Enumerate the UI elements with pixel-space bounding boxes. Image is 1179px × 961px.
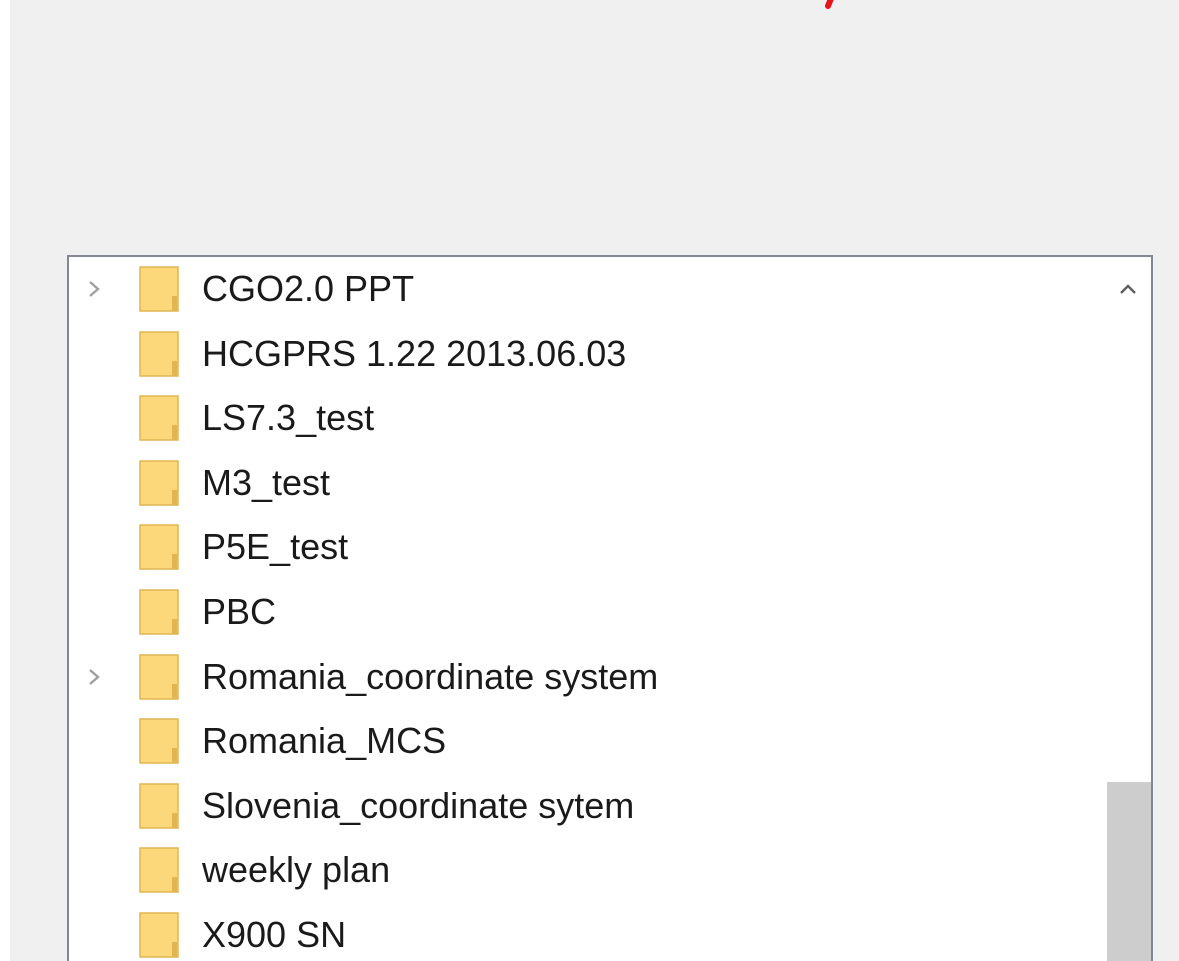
tree-item[interactable]: weekly plan — [69, 838, 1103, 903]
folder-icon — [139, 653, 179, 700]
tree-item[interactable]: CGO2.0 PPT — [69, 257, 1103, 322]
folder-icon — [139, 524, 179, 571]
folder-icon — [139, 266, 179, 312]
folder-picker-dialog: CGO2.0 PPT HCGPRS 1.22 2013.06.03 LS7.3_te… — [10, 0, 1179, 961]
tree-item-label: P5E_test — [202, 526, 349, 568]
chevron-right-icon — [89, 281, 100, 297]
tree-item-label: LS7.3_test — [202, 397, 375, 439]
tree-item[interactable]: M3_test — [69, 451, 1103, 516]
tree-item[interactable]: PBC — [69, 580, 1103, 645]
tree-item-label: HCGPRS 1.22 2013.06.03 — [202, 332, 627, 374]
tree-item[interactable]: P5E_test — [69, 515, 1103, 580]
scroll-thumb[interactable] — [1107, 782, 1151, 961]
folder-icon — [139, 330, 179, 377]
chevron-up-icon — [1120, 284, 1136, 294]
tree-item-label: Romania_MCS — [202, 720, 447, 762]
annotation-mark — [825, 0, 834, 9]
folder-icon — [139, 783, 179, 829]
tree-item-label: Romania_coordinate system — [202, 655, 659, 697]
tree-item-label: M3_test — [202, 461, 331, 503]
folder-icon — [139, 912, 179, 958]
folder-icon — [139, 847, 179, 894]
tree-item[interactable]: X900 SN — [69, 903, 1103, 961]
tree-item[interactable]: Slovenia_coordinate sytem — [69, 774, 1103, 839]
tree-item[interactable]: LS7.3_test — [69, 386, 1103, 451]
tree-item-label: weekly plan — [202, 849, 391, 891]
folder-icon — [139, 460, 179, 506]
tree-item[interactable]: Romania_coordinate system — [69, 645, 1103, 710]
chevron-right-icon — [89, 668, 100, 685]
folder-icon — [139, 589, 179, 635]
folder-tree[interactable]: CGO2.0 PPT HCGPRS 1.22 2013.06.03 LS7.3_te… — [67, 255, 1153, 961]
folder-tree-list: CGO2.0 PPT HCGPRS 1.22 2013.06.03 LS7.3_te… — [69, 257, 1103, 961]
expand-button[interactable] — [83, 659, 105, 695]
tree-item-label: PBC — [202, 590, 277, 632]
folder-icon — [139, 718, 179, 764]
tree-item-label: Slovenia_coordinate sytem — [202, 784, 635, 826]
tree-item[interactable]: Romania_MCS — [69, 709, 1103, 774]
tree-item-label: X900 SN — [202, 913, 347, 955]
folder-icon — [139, 395, 179, 441]
vertical-scrollbar[interactable] — [1105, 257, 1151, 961]
expand-button[interactable] — [83, 271, 105, 307]
tree-item-label: CGO2.0 PPT — [202, 268, 415, 309]
scroll-up-button[interactable] — [1105, 269, 1151, 309]
tree-item[interactable]: HCGPRS 1.22 2013.06.03 — [69, 322, 1103, 387]
